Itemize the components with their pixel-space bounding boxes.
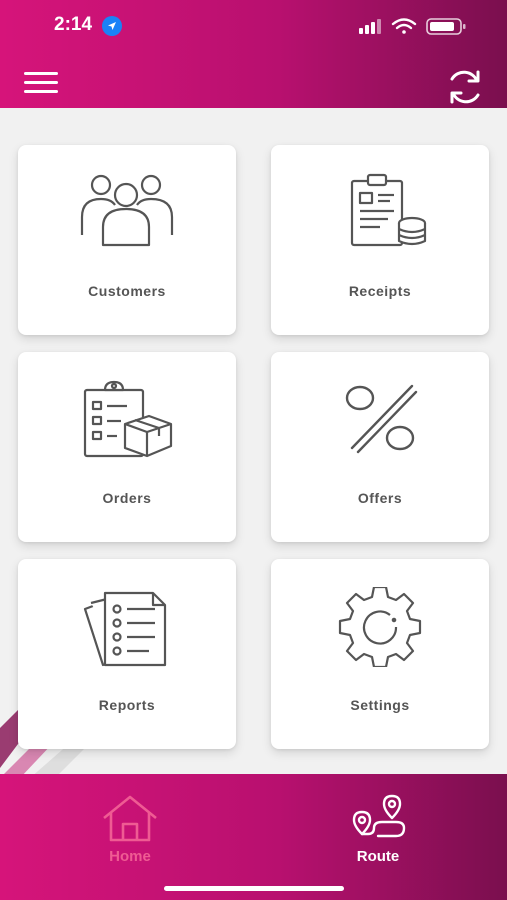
- nav-home[interactable]: Home: [60, 794, 200, 874]
- nav-home-label: Home: [109, 848, 151, 865]
- orders-checklist-box-icon: [83, 380, 173, 458]
- reports-documents-icon: [83, 591, 167, 667]
- home-indicator[interactable]: [164, 886, 344, 891]
- route-icon: [352, 794, 406, 838]
- tile-reports[interactable]: Reports: [18, 559, 236, 749]
- nav-route[interactable]: Route: [308, 794, 448, 874]
- tile-label: Settings: [350, 697, 410, 713]
- tile-label: Customers: [88, 283, 166, 299]
- cellular-signal-icon: [359, 19, 381, 34]
- location-arrow-icon: [102, 16, 122, 36]
- tile-label: Receipts: [348, 283, 412, 299]
- customers-group-icon: [80, 174, 174, 247]
- tile-offers[interactable]: Offers: [271, 352, 489, 542]
- tile-label: Reports: [98, 697, 156, 713]
- status-indicators: [359, 16, 469, 36]
- receipts-clipboard-coins-icon: [350, 173, 427, 247]
- tile-settings[interactable]: Settings: [271, 559, 489, 749]
- wifi-icon: [391, 18, 417, 34]
- tile-orders[interactable]: Orders: [18, 352, 236, 542]
- battery-icon: [426, 18, 466, 35]
- bottom-nav: Home Route: [0, 774, 507, 900]
- home-icon: [103, 795, 157, 842]
- tile-label: Offers: [357, 490, 403, 506]
- gear-icon: [338, 587, 422, 667]
- status-time: 2:14: [54, 14, 93, 35]
- tile-label: Orders: [102, 490, 152, 506]
- status-bar: 2:14: [0, 0, 507, 52]
- percent-icon: [345, 384, 418, 454]
- dashboard-grid: Customers Receipts Orders Offers Reports…: [0, 108, 507, 774]
- hamburger-menu-icon[interactable]: [24, 72, 60, 100]
- app-header: 2:14: [0, 0, 507, 108]
- tile-customers[interactable]: Customers: [18, 145, 236, 335]
- refresh-icon[interactable]: [444, 67, 486, 107]
- nav-route-label: Route: [356, 848, 400, 865]
- tile-receipts[interactable]: Receipts: [271, 145, 489, 335]
